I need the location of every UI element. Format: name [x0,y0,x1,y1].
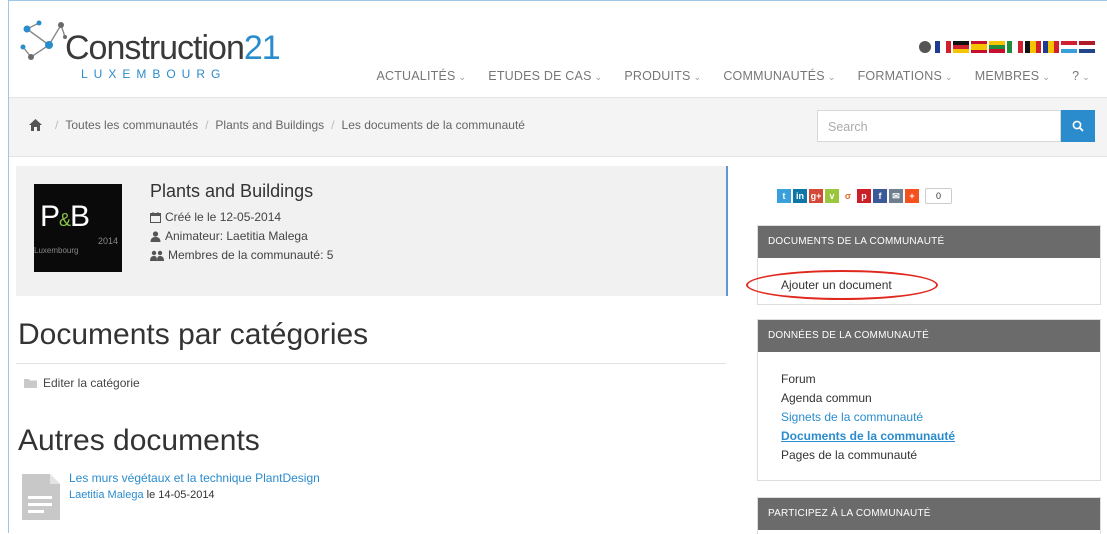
breadcrumb-separator: / [331,118,335,132]
users-icon [150,250,164,261]
social-share-bar: t in g+ v σ p f ✉ + 0 [777,188,953,204]
site-header: Construction21 LUXEMBOURG ACTUALITÉS ⌄ ET… [9,1,1107,95]
flag-es-icon[interactable] [971,41,987,53]
community-data-panel: DONNÉES DE LA COMMUNAUTÉ Forum Agenda co… [757,319,1101,481]
calendar-icon [150,211,161,223]
community-title: Plants and Buildings [150,181,314,201]
site-logo[interactable]: Construction21 LUXEMBOURG [19,19,281,81]
community-card: P&B 2014 Luxembourg Plants and Buildings… [16,166,728,296]
chevron-down-icon: ⌄ [827,72,836,82]
search-button[interactable] [1061,110,1095,142]
sidebar-link-pages[interactable]: Pages de la communauté [781,448,1100,463]
document-meta: Laetitia Malega le 14-05-2014 [69,489,215,501]
search-input[interactable]: Search [817,110,1061,142]
highlight-oval-annotation [746,270,938,300]
edit-category-link[interactable]: Editer la catégorie [24,376,140,390]
flag-be-icon[interactable] [1025,41,1041,53]
nav-item-membres[interactable]: MEMBRES ⌄ [964,69,1061,83]
divider [16,363,726,364]
document-icon [22,474,60,520]
flag-de-icon[interactable] [953,41,969,53]
flag-it-icon[interactable] [1007,41,1023,53]
breadcrumb-bar: / Toutes les communautés / Plants and Bu… [9,97,1107,157]
home-icon[interactable] [29,119,42,131]
chevron-down-icon: ⌄ [458,72,467,82]
main-nav: ACTUALITÉS ⌄ ETUDES DE CAS ⌄ PRODUITS ⌄ COM… [365,69,1101,83]
breadcrumb-item-current: Les documents de la communauté [341,118,525,132]
nav-item-actualites[interactable]: ACTUALITÉS ⌄ [365,69,477,83]
folder-icon [24,379,37,388]
document-author-link[interactable]: Laetitia Malega [69,489,144,501]
language-flags [919,41,1095,53]
participate-panel: PARTICIPEZ À LA COMMUNAUTÉ [757,497,1101,534]
user-icon [150,230,161,242]
participate-panel-title: PARTICIPEZ À LA COMMUNAUTÉ [758,498,1100,530]
chevron-down-icon: ⌄ [594,72,603,82]
heading-other-documents: Autres documents [18,424,260,457]
community-logo-place: Luxembourg [34,246,79,255]
flag-fr-icon[interactable] [935,41,951,53]
google-plus-icon[interactable]: g+ [809,189,823,203]
community-logo-year: 2014 [97,236,118,246]
breadcrumb-separator: / [55,118,59,132]
nav-item-etudes-de-cas[interactable]: ETUDES DE CAS ⌄ [477,69,613,83]
breadcrumb-separator: / [205,118,209,132]
flag-ro-icon[interactable] [1043,41,1059,53]
breadcrumb-item-all-communities[interactable]: Toutes les communautés [65,118,198,132]
chevron-down-icon: ⌄ [693,72,702,82]
pinterest-icon[interactable]: p [857,189,871,203]
globe-icon[interactable] [919,41,931,53]
facebook-icon[interactable]: f [873,189,887,203]
share-count: 0 [925,188,953,204]
community-logo-mark: P&B [40,200,90,233]
nav-item-communautes[interactable]: COMMUNAUTÉS ⌄ [712,69,846,83]
nav-item-help[interactable]: ? ⌄ [1061,69,1101,83]
sidebar-link-agenda[interactable]: Agenda commun [781,391,1100,406]
community-logo: P&B 2014 Luxembourg [34,184,122,272]
documents-panel-title: DOCUMENTS DE LA COMMUNAUTÉ [758,226,1100,258]
delicious-icon[interactable]: σ [841,189,855,203]
sidebar-link-signets[interactable]: Signets de la communauté [781,410,1100,425]
nav-item-formations[interactable]: FORMATIONS ⌄ [847,69,964,83]
search-icon [1072,120,1084,132]
chevron-down-icon: ⌄ [944,72,953,82]
logo-subtitle: LUXEMBOURG [81,67,227,81]
sidebar-link-forum[interactable]: Forum [781,372,1100,387]
sidebar-link-documents[interactable]: Documents de la communauté [781,429,1100,444]
linkedin-icon[interactable]: in [793,189,807,203]
flag-lt-icon[interactable] [989,41,1005,53]
community-created: Créé le le 12-05-2014 [150,210,281,224]
twitter-icon[interactable]: t [777,189,791,203]
chevron-down-icon: ⌄ [1082,72,1090,82]
community-animator: Animateur: Laetitia Malega [150,229,308,243]
logo-title: Construction21 [65,29,281,67]
flag-nl-icon[interactable] [1079,41,1095,53]
breadcrumb: / Toutes les communautés / Plants and Bu… [29,118,525,132]
addthis-plus-icon[interactable]: + [905,189,919,203]
logo-molecule-icon [20,20,67,60]
nav-item-produits[interactable]: PRODUITS ⌄ [613,69,712,83]
document-title-link[interactable]: Les murs végétaux et la technique PlantD… [69,471,320,485]
viadeo-icon[interactable]: v [825,189,839,203]
breadcrumb-item-community[interactable]: Plants and Buildings [215,118,324,132]
chevron-down-icon: ⌄ [1042,72,1051,82]
flag-lu-icon[interactable] [1061,41,1077,53]
email-icon[interactable]: ✉ [889,189,903,203]
document-date: le 14-05-2014 [143,489,215,501]
community-data-panel-title: DONNÉES DE LA COMMUNAUTÉ [758,320,1100,352]
heading-documents-by-category: Documents par catégories [18,318,369,351]
community-members: Membres de la communauté: 5 [150,248,333,262]
